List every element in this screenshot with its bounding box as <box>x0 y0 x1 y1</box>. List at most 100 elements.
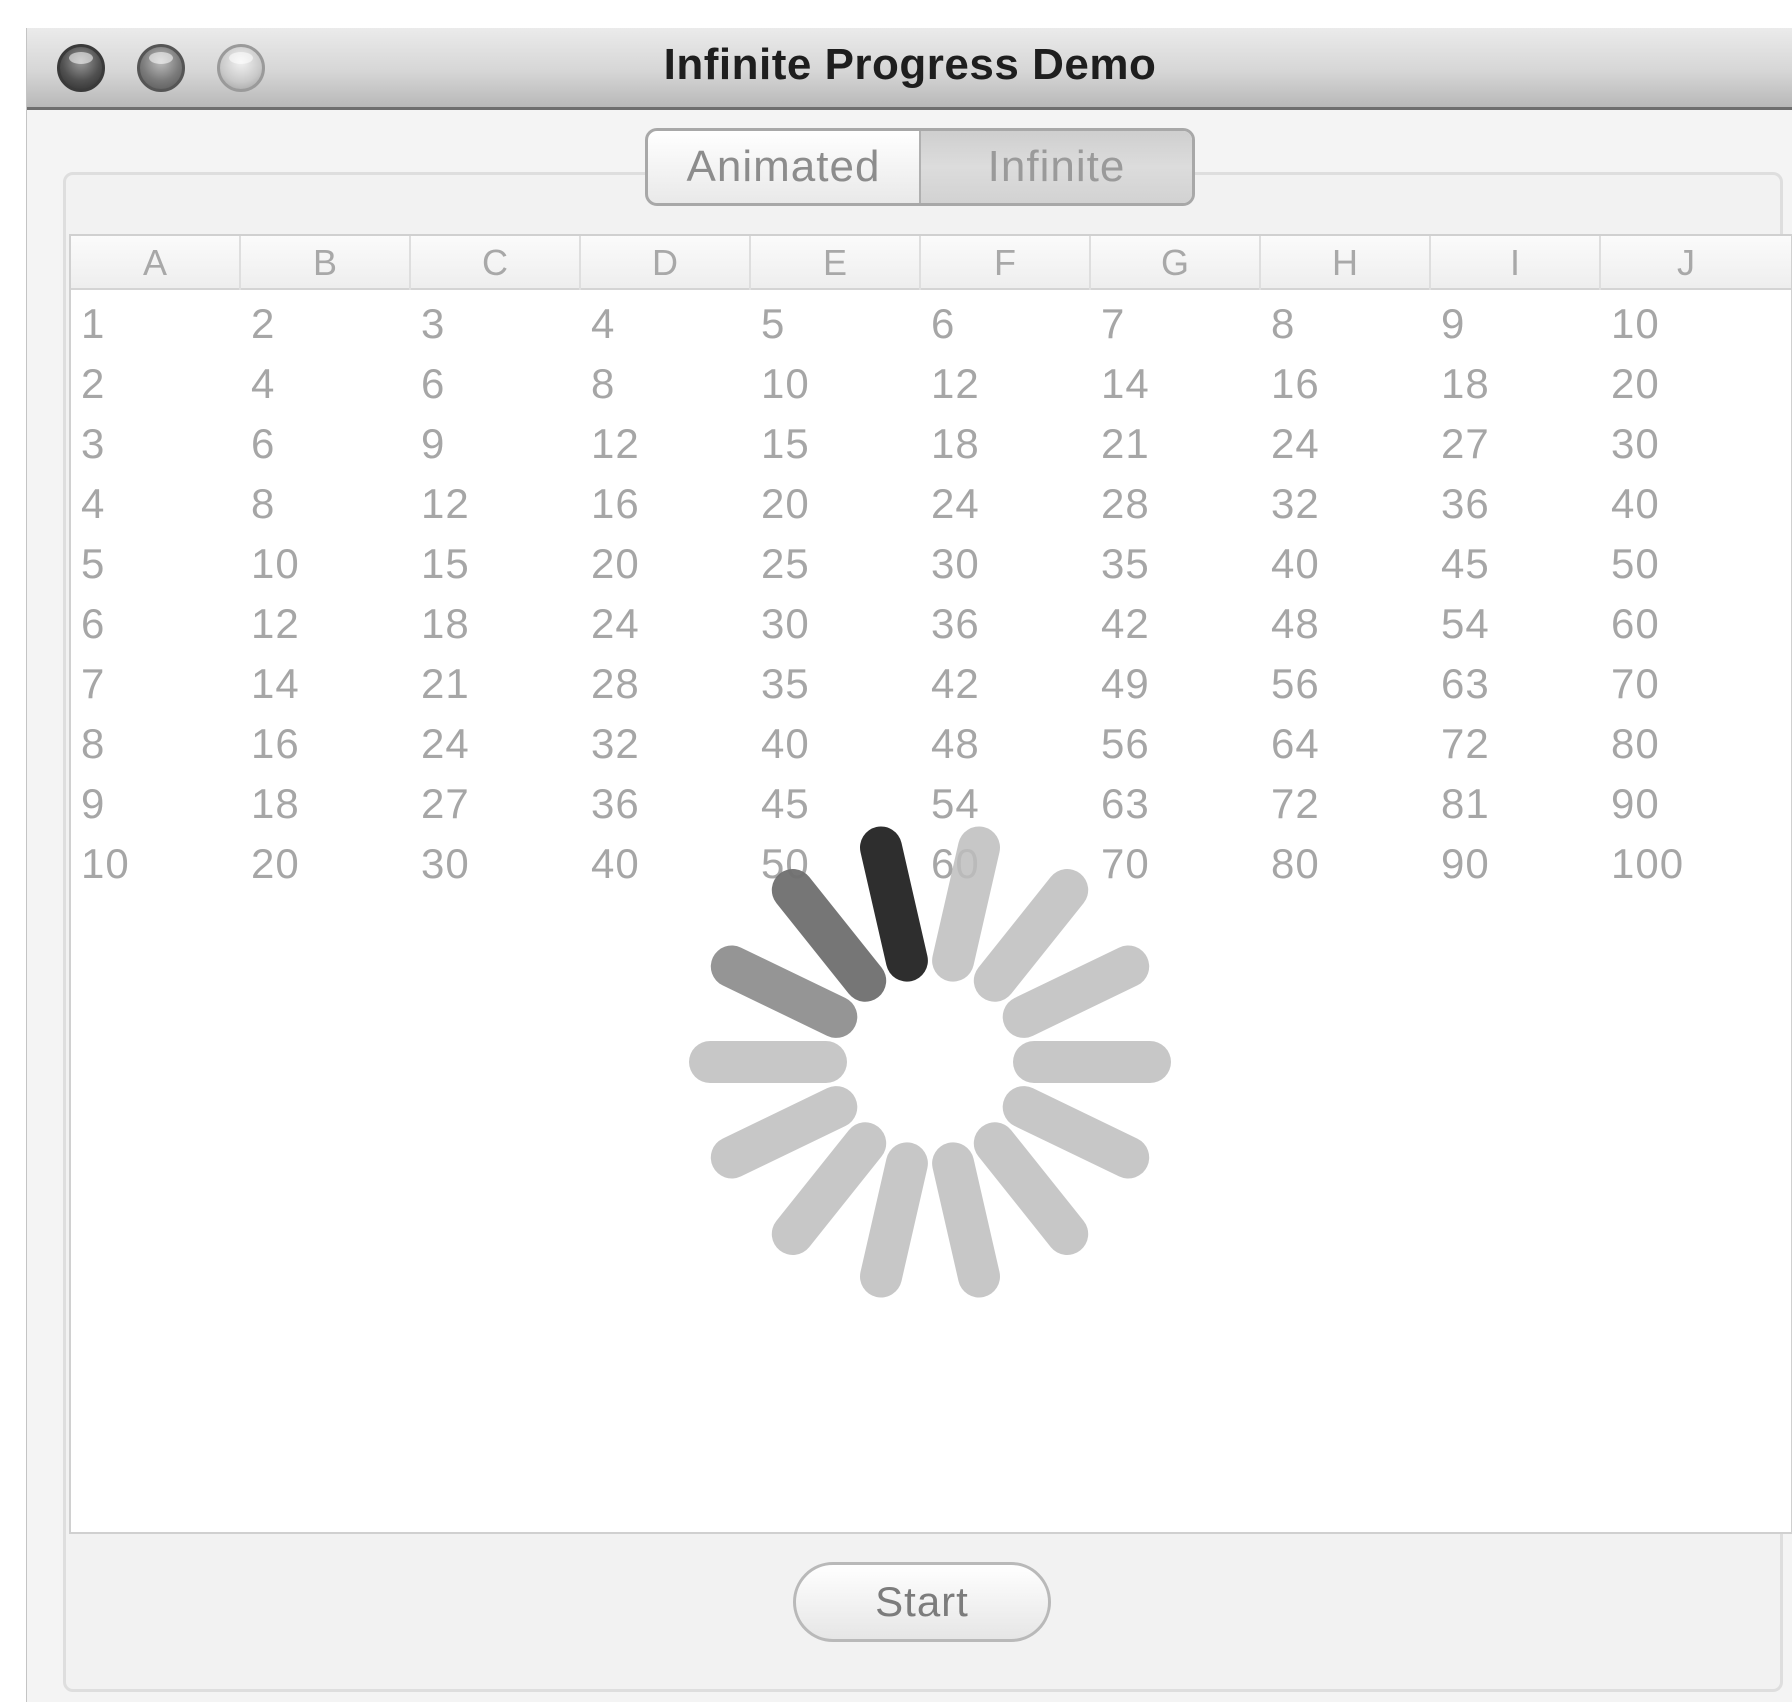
table-cell[interactable]: 27 <box>411 774 581 834</box>
table-cell[interactable]: 40 <box>1601 474 1771 534</box>
table-cell[interactable]: 12 <box>241 594 411 654</box>
table-cell[interactable]: 12 <box>921 354 1091 414</box>
table-cell[interactable]: 21 <box>411 654 581 714</box>
table-cell[interactable]: 56 <box>1261 654 1431 714</box>
table-cell[interactable]: 24 <box>581 594 751 654</box>
table-cell[interactable]: 27 <box>1431 414 1601 474</box>
table-cell[interactable]: 80 <box>1261 834 1431 894</box>
table-cell[interactable]: 8 <box>1261 294 1431 354</box>
column-header-f[interactable]: F <box>921 236 1091 290</box>
table-cell[interactable]: 6 <box>71 594 241 654</box>
table-cell[interactable]: 42 <box>921 654 1091 714</box>
table-cell[interactable]: 45 <box>1431 534 1601 594</box>
table-cell[interactable]: 15 <box>411 534 581 594</box>
table-cell[interactable]: 70 <box>1601 654 1771 714</box>
table-cell[interactable]: 3 <box>411 294 581 354</box>
column-header-h[interactable]: H <box>1261 236 1431 290</box>
table-cell[interactable]: 4 <box>581 294 751 354</box>
table-cell[interactable]: 72 <box>1431 714 1601 774</box>
table-cell[interactable]: 12 <box>411 474 581 534</box>
table-cell[interactable]: 48 <box>1261 594 1431 654</box>
table-cell[interactable]: 16 <box>1261 354 1431 414</box>
table-cell[interactable]: 60 <box>921 834 1091 894</box>
column-header-d[interactable]: D <box>581 236 751 290</box>
table-cell[interactable]: 20 <box>581 534 751 594</box>
table-cell[interactable]: 56 <box>1091 714 1261 774</box>
table-cell[interactable]: 2 <box>241 294 411 354</box>
table-cell[interactable]: 8 <box>241 474 411 534</box>
table-cell[interactable]: 45 <box>751 774 921 834</box>
column-header-a[interactable]: A <box>71 236 241 290</box>
table-cell[interactable]: 8 <box>71 714 241 774</box>
table-cell[interactable]: 16 <box>241 714 411 774</box>
column-header-b[interactable]: B <box>241 236 411 290</box>
table-cell[interactable]: 30 <box>921 534 1091 594</box>
table-cell[interactable]: 6 <box>411 354 581 414</box>
table-cell[interactable]: 9 <box>1431 294 1601 354</box>
table-cell[interactable]: 100 <box>1601 834 1771 894</box>
table-cell[interactable]: 50 <box>1601 534 1771 594</box>
table-cell[interactable]: 9 <box>411 414 581 474</box>
table-cell[interactable]: 10 <box>1601 294 1771 354</box>
table-cell[interactable]: 30 <box>1601 414 1771 474</box>
table-cell[interactable]: 14 <box>1091 354 1261 414</box>
table-cell[interactable]: 18 <box>1431 354 1601 414</box>
table-cell[interactable]: 60 <box>1601 594 1771 654</box>
table-cell[interactable]: 7 <box>1091 294 1261 354</box>
table-cell[interactable]: 21 <box>1091 414 1261 474</box>
column-header-i[interactable]: I <box>1431 236 1601 290</box>
column-header-j[interactable]: J <box>1601 236 1771 290</box>
table-cell[interactable]: 24 <box>411 714 581 774</box>
table-cell[interactable]: 30 <box>411 834 581 894</box>
table-cell[interactable]: 63 <box>1431 654 1601 714</box>
data-table[interactable]: A B C D E F G H I J 1 2 3 4 5 6 7 8 9 10 2 4 6 8 10 12 1… <box>69 234 1792 1534</box>
table-cell[interactable]: 8 <box>581 354 751 414</box>
table-cell[interactable]: 18 <box>411 594 581 654</box>
start-button[interactable]: Start <box>793 1562 1051 1642</box>
table-cell[interactable]: 12 <box>581 414 751 474</box>
table-cell[interactable]: 24 <box>921 474 1091 534</box>
table-cell[interactable]: 4 <box>241 354 411 414</box>
tab-animated[interactable]: Animated <box>648 131 919 203</box>
table-cell[interactable]: 80 <box>1601 714 1771 774</box>
table-cell[interactable]: 35 <box>751 654 921 714</box>
table-cell[interactable]: 4 <box>71 474 241 534</box>
table-cell[interactable]: 28 <box>1091 474 1261 534</box>
table-cell[interactable]: 49 <box>1091 654 1261 714</box>
table-cell[interactable]: 90 <box>1431 834 1601 894</box>
title-bar[interactable]: Infinite Progress Demo <box>27 28 1792 110</box>
table-cell[interactable]: 40 <box>581 834 751 894</box>
table-cell[interactable]: 28 <box>581 654 751 714</box>
table-cell[interactable]: 6 <box>241 414 411 474</box>
table-cell[interactable]: 72 <box>1261 774 1431 834</box>
column-header-g[interactable]: G <box>1091 236 1261 290</box>
table-cell[interactable]: 20 <box>241 834 411 894</box>
table-cell[interactable]: 42 <box>1091 594 1261 654</box>
table-cell[interactable]: 40 <box>1261 534 1431 594</box>
table-cell[interactable]: 3 <box>71 414 241 474</box>
table-cell[interactable]: 36 <box>921 594 1091 654</box>
table-cell[interactable]: 30 <box>751 594 921 654</box>
column-header-c[interactable]: C <box>411 236 581 290</box>
table-cell[interactable]: 24 <box>1261 414 1431 474</box>
table-cell[interactable]: 9 <box>71 774 241 834</box>
table-cell[interactable]: 15 <box>751 414 921 474</box>
table-cell[interactable]: 1 <box>71 294 241 354</box>
table-cell[interactable]: 20 <box>751 474 921 534</box>
table-cell[interactable]: 64 <box>1261 714 1431 774</box>
table-cell[interactable]: 16 <box>581 474 751 534</box>
table-cell[interactable]: 54 <box>921 774 1091 834</box>
table-cell[interactable]: 10 <box>751 354 921 414</box>
table-cell[interactable]: 5 <box>71 534 241 594</box>
table-cell[interactable]: 54 <box>1431 594 1601 654</box>
table-cell[interactable]: 25 <box>751 534 921 594</box>
table-cell[interactable]: 48 <box>921 714 1091 774</box>
table-cell[interactable]: 70 <box>1091 834 1261 894</box>
table-cell[interactable]: 10 <box>71 834 241 894</box>
table-cell[interactable]: 14 <box>241 654 411 714</box>
table-cell[interactable]: 50 <box>751 834 921 894</box>
table-cell[interactable]: 36 <box>1431 474 1601 534</box>
table-cell[interactable]: 2 <box>71 354 241 414</box>
table-cell[interactable]: 36 <box>581 774 751 834</box>
table-cell[interactable]: 5 <box>751 294 921 354</box>
